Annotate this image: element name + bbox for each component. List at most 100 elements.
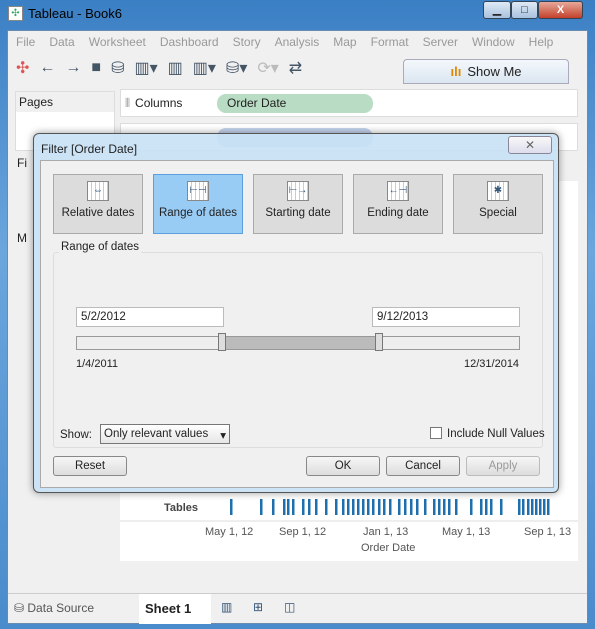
menu-dashboard[interactable]: Dashboard xyxy=(160,35,219,49)
special-button[interactable]: ✱ Special xyxy=(453,174,543,234)
dropdown-arrow-icon: ▾ xyxy=(220,430,226,442)
new-worksheet-icon[interactable]: ▥ xyxy=(221,600,232,614)
mark xyxy=(547,499,550,515)
close-button[interactable]: X xyxy=(538,1,583,19)
dialog-close-button[interactable]: ✕ xyxy=(508,136,552,154)
menu-file[interactable]: File xyxy=(16,35,35,49)
show-dropdown[interactable]: Only relevant values ▾ xyxy=(100,424,230,444)
mark xyxy=(485,499,488,515)
apply-button[interactable]: Apply xyxy=(466,456,540,476)
save-icon[interactable]: ■ xyxy=(91,59,101,77)
pages-label: Pages xyxy=(16,92,114,112)
ok-button[interactable]: OK xyxy=(306,456,380,476)
menu-analysis[interactable]: Analysis xyxy=(275,35,320,49)
columns-label: Columns xyxy=(135,96,183,110)
start-slider-handle[interactable] xyxy=(218,333,226,351)
mark xyxy=(443,499,446,515)
range-of-dates-button[interactable]: ⊢⊣ Range of dates xyxy=(153,174,243,234)
starting-date-button[interactable]: ⊢→ Starting date xyxy=(253,174,343,234)
relative-dates-icon: ⇔ xyxy=(87,181,109,201)
mark xyxy=(398,499,401,515)
start-date-input[interactable]: 5/2/2012 xyxy=(76,307,224,327)
tableau-logo-icon: ✣ xyxy=(8,6,23,21)
x-tick: Sep 1, 12 xyxy=(279,526,327,538)
mark xyxy=(372,499,375,515)
new-worksheet-icon[interactable]: ▥▾ xyxy=(134,58,157,78)
mark xyxy=(535,499,538,515)
starting-date-icon: ⊢→ xyxy=(287,181,309,201)
end-slider-handle[interactable] xyxy=(375,333,383,351)
filters-label: Fi xyxy=(17,156,27,170)
menu-story[interactable]: Story xyxy=(233,35,261,49)
menu-data[interactable]: Data xyxy=(49,35,74,49)
end-date-input[interactable]: 9/12/2013 xyxy=(372,307,520,327)
relative-dates-button[interactable]: ⇔ Relative dates xyxy=(53,174,143,234)
menu-bar: File Data Worksheet Dashboard Story Anal… xyxy=(8,31,587,53)
include-null-checkbox[interactable] xyxy=(430,427,442,439)
menu-worksheet[interactable]: Worksheet xyxy=(89,35,146,49)
bar-chart-icon: ılı xyxy=(450,64,462,79)
columns-icon: ⫴ xyxy=(125,95,131,110)
menu-map[interactable]: Map xyxy=(333,35,356,49)
ending-date-button[interactable]: ←⊣ Ending date xyxy=(353,174,443,234)
menu-server[interactable]: Server xyxy=(423,35,458,49)
database-icon: ⛁ xyxy=(14,601,28,615)
mark xyxy=(325,499,328,515)
max-date-label: 12/31/2014 xyxy=(464,358,520,370)
mark xyxy=(404,499,407,515)
back-icon[interactable]: ← xyxy=(39,59,55,77)
x-tick: Jan 1, 13 xyxy=(363,526,409,538)
filter-dialog: Filter [Order Date] ✕ ⇔ Relative dates ⊢⊣… xyxy=(33,133,559,493)
ending-date-icon: ←⊣ xyxy=(387,181,409,201)
refresh-icon[interactable]: ⟳▾ xyxy=(257,58,278,78)
menu-window[interactable]: Window xyxy=(472,35,515,49)
sheet-tabs-bar: ⛁ Data Source Sheet 1 ▥ ⊞ ◫ xyxy=(8,593,587,624)
x-tick: May 1, 12 xyxy=(205,526,254,538)
data-source-label: Data Source xyxy=(27,601,95,615)
dialog-body: ⇔ Relative dates ⊢⊣ Range of dates ⊢→ Start… xyxy=(40,160,554,488)
forward-icon[interactable]: → xyxy=(65,59,81,77)
new-story-icon[interactable]: ◫ xyxy=(284,600,295,614)
min-date-label: 1/4/2011 xyxy=(76,358,119,370)
button-label: Range of dates xyxy=(158,207,237,219)
include-null-label: Include Null Values xyxy=(447,428,545,440)
tableau-icon[interactable]: ✣ xyxy=(16,58,29,78)
button-label: Relative dates xyxy=(61,207,135,219)
button-label: Ending date xyxy=(367,207,429,219)
maximize-button[interactable]: □ xyxy=(511,1,538,19)
swap-icon[interactable]: ⇄ xyxy=(289,58,302,78)
mark xyxy=(539,499,542,515)
menu-format[interactable]: Format xyxy=(371,35,409,49)
special-icon: ✱ xyxy=(487,181,509,201)
cancel-button[interactable]: Cancel xyxy=(386,456,460,476)
title-bar: ✣ Tableau - Book6 ▁ □ X xyxy=(0,0,595,28)
mark xyxy=(260,499,263,515)
button-label: Special xyxy=(479,207,517,219)
new-dashboard-icon[interactable]: ⊞ xyxy=(253,600,263,614)
mark xyxy=(230,499,233,515)
mark xyxy=(433,499,436,515)
new-data-source-icon[interactable]: ⛁ xyxy=(111,58,124,78)
menu-help[interactable]: Help xyxy=(529,35,554,49)
sheet-1-tab[interactable]: Sheet 1 xyxy=(139,594,211,624)
mark xyxy=(518,499,521,515)
mark xyxy=(335,499,338,515)
columns-shelf[interactable]: ⫴ Columns Order Date xyxy=(120,89,578,117)
mark xyxy=(283,499,286,515)
mark xyxy=(531,499,534,515)
data-source-tab[interactable]: ⛁ Data Source xyxy=(14,601,94,615)
mark xyxy=(383,499,386,515)
mark xyxy=(490,499,493,515)
mark xyxy=(367,499,370,515)
clear-sheet-icon[interactable]: ▥▾ xyxy=(193,58,216,78)
mark xyxy=(378,499,381,515)
order-date-pill[interactable]: Order Date xyxy=(217,94,373,113)
minimize-button[interactable]: ▁ xyxy=(483,1,511,19)
duplicate-sheet-icon[interactable]: ▥ xyxy=(168,58,183,78)
reset-button[interactable]: Reset xyxy=(53,456,127,476)
pause-updates-icon[interactable]: ⛁▾ xyxy=(226,58,247,78)
mark xyxy=(500,499,503,515)
mark xyxy=(527,499,530,515)
show-me-button[interactable]: ılı Show Me xyxy=(403,59,569,84)
mark xyxy=(352,499,355,515)
